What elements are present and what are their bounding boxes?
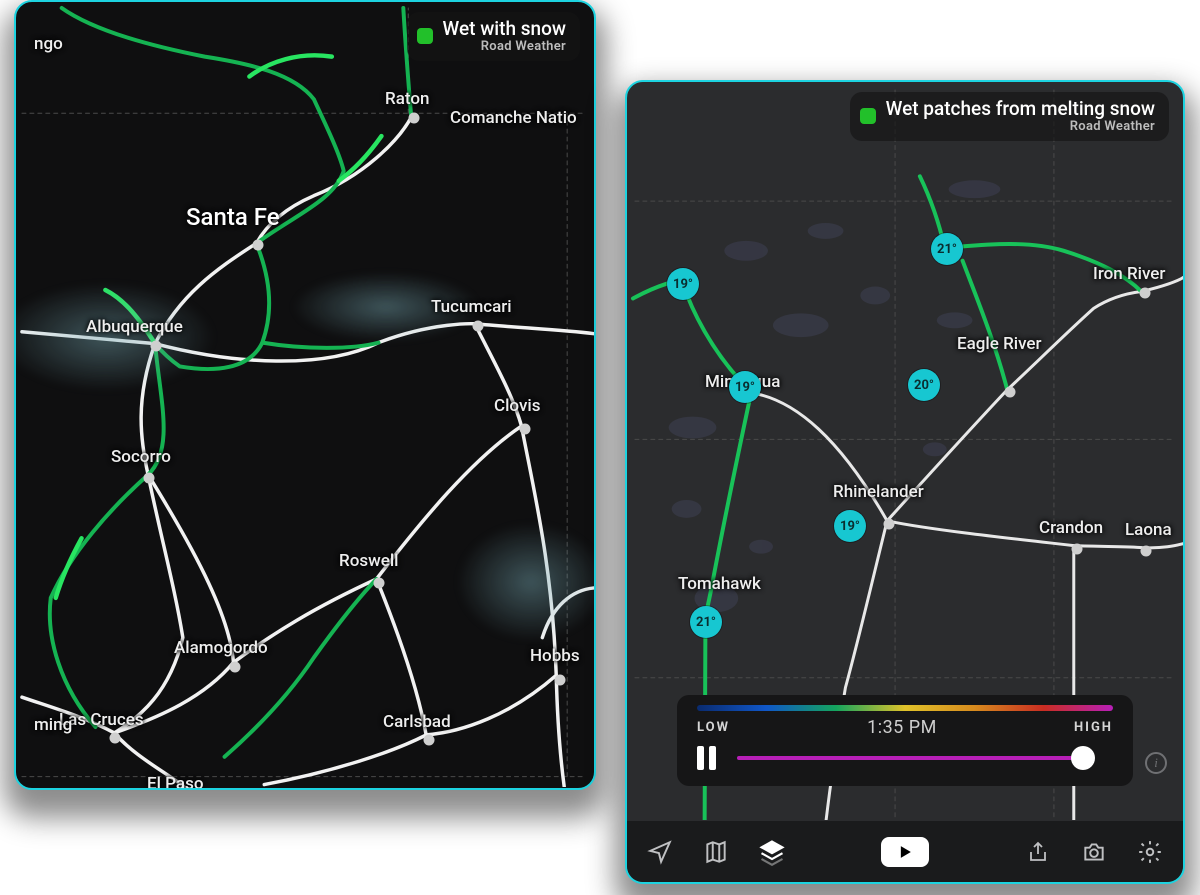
city-label: El Paso bbox=[147, 774, 203, 790]
timeline-progress bbox=[737, 756, 1083, 760]
intensity-low-label: LOW bbox=[697, 720, 730, 735]
share-icon[interactable] bbox=[1023, 837, 1053, 867]
city-dot bbox=[253, 240, 264, 251]
playback-time: 1:35 PM bbox=[867, 717, 937, 738]
cropped-label: ming bbox=[34, 715, 72, 735]
city-label: Santa Fe bbox=[186, 203, 280, 231]
city-dot bbox=[374, 578, 385, 589]
pause-button[interactable] bbox=[697, 746, 719, 770]
city-label: Laona bbox=[1125, 520, 1172, 540]
city-dot bbox=[1141, 546, 1152, 557]
cropped-label: ngo bbox=[34, 34, 63, 54]
temperature-badge[interactable]: 20° bbox=[908, 369, 940, 401]
layers-icon[interactable] bbox=[757, 837, 787, 867]
city-label: Comanche Natio bbox=[450, 108, 577, 128]
intensity-high-label: HIGH bbox=[1074, 720, 1113, 735]
condition-subtitle: Road Weather bbox=[481, 40, 566, 55]
city-label: Carlsbad bbox=[383, 712, 451, 732]
settings-icon[interactable] bbox=[1135, 837, 1165, 867]
condition-swatch bbox=[417, 28, 433, 44]
city-dot bbox=[110, 733, 121, 744]
road-condition-badge[interactable]: Wet patches from melting snow Road Weath… bbox=[850, 92, 1169, 141]
condition-swatch bbox=[860, 108, 876, 124]
timeline-slider[interactable] bbox=[737, 755, 1113, 761]
city-dot bbox=[1005, 387, 1016, 398]
condition-label: Wet patches from melting snow bbox=[886, 98, 1155, 120]
city-label: Hobbs bbox=[530, 646, 580, 666]
temperature-badge[interactable]: 21° bbox=[690, 606, 722, 638]
city-label: Rhinelander bbox=[833, 482, 924, 502]
city-dot bbox=[151, 341, 162, 352]
city-label: Tucumcari bbox=[431, 297, 512, 317]
camera-icon[interactable] bbox=[1079, 837, 1109, 867]
temperature-badge[interactable]: 19° bbox=[667, 268, 699, 300]
temperature-badge[interactable]: 19° bbox=[729, 371, 761, 403]
city-dot bbox=[555, 675, 566, 686]
locate-icon[interactable] bbox=[645, 837, 675, 867]
cloud bbox=[14, 282, 216, 392]
temperature-badge[interactable]: 21° bbox=[931, 233, 963, 265]
intensity-spectrum bbox=[697, 705, 1113, 711]
city-label: Albuquerque bbox=[86, 317, 183, 337]
city-label: Iron River bbox=[1093, 264, 1165, 284]
city-dot bbox=[1140, 288, 1151, 299]
play-button[interactable] bbox=[881, 837, 929, 867]
city-dot bbox=[144, 473, 155, 484]
city-dot bbox=[520, 424, 531, 435]
city-label: Alamogordo bbox=[174, 638, 268, 658]
city-label: Roswell bbox=[339, 551, 398, 571]
info-icon[interactable]: i bbox=[1145, 752, 1167, 774]
city-dot bbox=[230, 662, 241, 673]
cloud bbox=[456, 522, 596, 642]
map-style-icon[interactable] bbox=[701, 837, 731, 867]
bottom-toolbar bbox=[627, 820, 1183, 882]
map-tile-wisconsin[interactable]: Iron RiverEagle RiverMinocquaRhinelander… bbox=[625, 80, 1185, 884]
road-condition-badge[interactable]: Wet with snow Road Weather bbox=[407, 12, 580, 61]
city-label: Eagle River bbox=[957, 334, 1042, 354]
city-dot bbox=[473, 321, 484, 332]
city-label: Crandon bbox=[1039, 518, 1103, 538]
timeline-thumb[interactable] bbox=[1071, 746, 1095, 770]
temperature-badge[interactable]: 19° bbox=[834, 510, 866, 542]
condition-subtitle: Road Weather bbox=[1070, 120, 1155, 135]
city-label: Socorro bbox=[111, 447, 171, 467]
map-tile-new-mexico[interactable]: Raton Comanche Natio Santa Fe Tucumcari Albu… bbox=[14, 0, 596, 790]
city-dot bbox=[1072, 544, 1083, 555]
city-label: Tomahawk bbox=[678, 574, 761, 594]
city-dot bbox=[424, 735, 435, 746]
city-label: Raton bbox=[385, 89, 429, 109]
city-dot bbox=[409, 113, 420, 124]
condition-label: Wet with snow bbox=[443, 18, 566, 40]
city-label: Clovis bbox=[494, 396, 540, 416]
city-dot bbox=[884, 519, 895, 530]
timeline-player[interactable]: LOW 1:35 PM HIGH bbox=[677, 695, 1133, 786]
